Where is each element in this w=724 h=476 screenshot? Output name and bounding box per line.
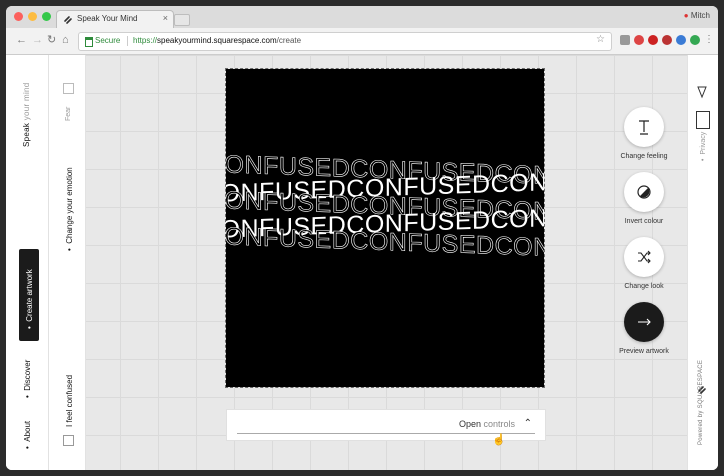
shuffle-icon [638, 250, 651, 264]
change-look-button[interactable] [624, 237, 664, 277]
invert-colour-button[interactable] [624, 172, 664, 212]
change-look-label: Change look [624, 283, 664, 290]
back-arrow-icon[interactable]: ← [16, 33, 27, 47]
award-badge-icon-2[interactable] [696, 111, 710, 129]
secure-label: Secure [95, 36, 121, 45]
hand-cursor-icon: ☝ [492, 434, 506, 446]
url-text: https://speakyourmind.squarespace.com/cr… [133, 36, 301, 45]
artwork-text-block: CONFUSEDCONFUSEDCONFUSED CONFUSEDCONFUSED… [226, 149, 544, 301]
preview-artwork-label: Preview artwork [619, 348, 669, 355]
create-artwork-label: • Create artwork [25, 269, 34, 329]
lock-icon [85, 37, 93, 47]
artwork-word-row: CONFUSEDCONFUSEDCONFUSED [226, 221, 544, 265]
profile-icon: ● [683, 11, 689, 20]
brand-logo[interactable]: Speak your mind [22, 82, 31, 147]
url-host: speakyourmind.squarespace.com [157, 36, 277, 45]
current-emotion-checkbox[interactable] [63, 435, 74, 446]
fear-checkbox[interactable] [63, 83, 74, 94]
profile-name: Mitch [690, 11, 710, 20]
discover-link[interactable]: • Discover [23, 360, 32, 398]
address-bar[interactable]: Secure https://speakyourmind.squarespace… [78, 32, 612, 51]
about-label: About [23, 420, 32, 442]
extension-icon-1[interactable] [620, 35, 630, 45]
extension-icon-6[interactable] [690, 35, 700, 45]
extension-icon-4[interactable] [662, 35, 672, 45]
extension-icon-5[interactable] [676, 35, 686, 45]
text-t-icon [639, 120, 649, 135]
brand-light: your mind [22, 82, 31, 121]
preview-artwork-button[interactable] [624, 302, 664, 342]
powered-by-label[interactable]: Powered by SQUARESPACE [698, 360, 704, 445]
tab-title: Speak Your Mind [77, 14, 138, 23]
open-controls-label[interactable]: Open controls [459, 419, 515, 429]
change-feeling-button[interactable] [624, 107, 664, 147]
fear-option[interactable]: Fear [65, 107, 72, 121]
tab-close-icon[interactable]: × [163, 13, 168, 23]
new-tab-button[interactable] [174, 14, 190, 26]
controls-word: controls [483, 419, 515, 429]
change-emotion-link[interactable]: • Change your emotion [65, 167, 74, 251]
create-artwork-button[interactable]: • Create artwork [19, 249, 39, 341]
current-emotion-label: I feel confused [65, 374, 74, 427]
squarespace-favicon-icon [64, 16, 72, 24]
menu-icon[interactable]: ⋮ [704, 33, 714, 47]
discover-label: Discover [23, 359, 32, 391]
open-word: Open [458, 419, 481, 429]
page-canvas: Speak your mind • Create artwork • Disco… [6, 55, 718, 470]
url-path: /create [276, 36, 302, 45]
controls-divider [237, 433, 535, 434]
reload-icon[interactable]: ↻ [47, 33, 56, 47]
extension-icon-3[interactable] [648, 35, 658, 45]
profile-button[interactable]: ● Mitch [684, 11, 710, 20]
chevron-up-icon[interactable]: ⌃ [524, 418, 532, 429]
artwork-canvas: CONFUSEDCONFUSEDCONFUSED CONFUSEDCONFUSED… [225, 68, 545, 388]
browser-window: Speak Your Mind × ● Mitch ← → ↻ ⌂ Secure… [6, 6, 718, 470]
extension-icon-2[interactable] [634, 35, 644, 45]
emotion-panel: Fear • Change your emotion I feel confus… [49, 55, 86, 470]
address-toolbar: ← → ↻ ⌂ Secure https://speakyourmind.squ… [6, 28, 718, 55]
privacy-link[interactable]: • Privacy [700, 132, 707, 161]
url-divider [127, 36, 128, 46]
home-icon[interactable]: ⌂ [62, 33, 69, 47]
browser-tab[interactable]: Speak Your Mind × [56, 10, 174, 29]
url-scheme: https:// [133, 36, 158, 45]
right-rail: • Privacy Powered by SQUARESPACE [687, 55, 718, 470]
about-link[interactable]: • About [23, 421, 32, 449]
close-window-button[interactable] [14, 12, 23, 21]
change-emotion-label: Change your emotion [65, 167, 74, 244]
tab-bar: Speak Your Mind × ● Mitch [6, 6, 718, 29]
create-artwork-text: Create artwork [25, 269, 34, 322]
contrast-icon [637, 185, 651, 199]
maximize-window-button[interactable] [42, 12, 51, 21]
change-feeling-label: Change feeling [620, 153, 668, 160]
arrow-right-icon [638, 318, 651, 326]
minimize-window-button[interactable] [28, 12, 37, 21]
privacy-label: Privacy [700, 131, 707, 155]
award-badge-icon[interactable] [696, 85, 708, 99]
forward-arrow-icon[interactable]: → [32, 33, 43, 47]
main-sidebar: Speak your mind • Create artwork • Disco… [6, 55, 49, 470]
invert-colour-label: Invert colour [624, 218, 664, 225]
bookmark-star-icon[interactable]: ☆ [596, 34, 605, 45]
brand-bold: Speak [22, 122, 31, 147]
